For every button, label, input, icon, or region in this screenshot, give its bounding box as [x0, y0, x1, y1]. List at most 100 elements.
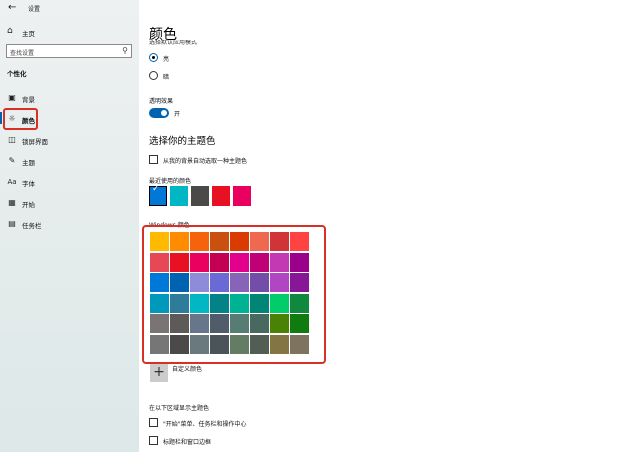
- color-swatch[interactable]: [170, 334, 189, 354]
- search-placeholder: 查找设置: [10, 50, 35, 57]
- color-swatch[interactable]: [210, 273, 229, 292]
- color-swatch[interactable]: [190, 314, 209, 333]
- checkbox-box[interactable]: [149, 155, 158, 164]
- color-swatch[interactable]: [170, 232, 189, 251]
- recent-color-swatch[interactable]: [233, 186, 251, 206]
- sidebar-item-label: 字体: [22, 180, 35, 188]
- color-swatch[interactable]: [190, 334, 209, 354]
- color-swatch[interactable]: [230, 252, 249, 272]
- lock-screen-icon: ◫: [8, 135, 16, 144]
- color-swatch[interactable]: [290, 273, 309, 292]
- windows-color-palette: [150, 232, 310, 354]
- sidebar-item-colors[interactable]: ☼ 颜色: [0, 111, 139, 127]
- color-swatch[interactable]: [270, 293, 289, 313]
- color-swatch[interactable]: [230, 232, 249, 251]
- color-swatch[interactable]: [170, 293, 189, 313]
- color-swatch[interactable]: [210, 293, 229, 313]
- color-swatch[interactable]: [270, 314, 289, 333]
- show-accent-title: 在以下区域显示主题色: [149, 405, 210, 412]
- color-swatch[interactable]: [290, 232, 309, 251]
- theme-color-title: 选择你的主题色: [149, 136, 216, 147]
- color-swatch[interactable]: [150, 314, 169, 333]
- home-icon: ⌂: [7, 26, 13, 36]
- color-swatch[interactable]: [210, 334, 229, 354]
- color-swatch[interactable]: [150, 293, 169, 313]
- sidebar-item-fonts[interactable]: Aa 字体: [0, 174, 139, 190]
- recent-color-swatch[interactable]: ✓: [149, 184, 167, 206]
- color-swatch[interactable]: [230, 293, 249, 313]
- sidebar-item-label: 颜色: [22, 117, 35, 125]
- color-swatch[interactable]: [270, 334, 289, 354]
- accent-title-bars-checkbox[interactable]: 标题栏和窗口边框: [149, 436, 449, 448]
- radio-circle[interactable]: [149, 53, 158, 62]
- back-arrow-icon[interactable]: ←: [8, 2, 16, 13]
- color-swatch[interactable]: [190, 232, 209, 251]
- accent-start-taskbar-checkbox[interactable]: "开始"菜单、任务栏和操作中心: [149, 418, 449, 430]
- color-swatch[interactable]: [230, 334, 249, 354]
- custom-color-label: 自定义颜色: [172, 366, 203, 373]
- color-swatch[interactable]: [250, 252, 269, 272]
- color-swatch[interactable]: [250, 314, 269, 333]
- custom-color-button[interactable]: +: [150, 364, 168, 382]
- color-swatch[interactable]: [150, 232, 169, 251]
- color-swatch[interactable]: [230, 273, 249, 292]
- font-icon: Aa: [7, 178, 17, 186]
- color-swatch[interactable]: [250, 232, 269, 251]
- sidebar-item-lock-screen[interactable]: ◫ 锁屏界面: [0, 132, 139, 148]
- sidebar-item-label: 主题: [22, 159, 35, 167]
- color-swatch[interactable]: [290, 252, 309, 272]
- radio-label: 暗: [163, 74, 170, 81]
- color-swatch[interactable]: [150, 252, 169, 272]
- color-swatch[interactable]: [270, 252, 289, 272]
- checkbox-box[interactable]: [149, 436, 158, 445]
- sidebar-item-home[interactable]: ⌂ 主页: [0, 24, 139, 40]
- toggle-state-label: 开: [174, 111, 181, 118]
- color-swatch[interactable]: [170, 273, 189, 292]
- title-bar: ← 设置: [0, 0, 139, 16]
- color-swatch[interactable]: [210, 232, 229, 251]
- recent-color-swatch[interactable]: [191, 186, 209, 206]
- color-swatch[interactable]: [170, 314, 189, 333]
- taskbar-icon: ▤: [8, 219, 16, 228]
- radio-circle[interactable]: [149, 71, 158, 80]
- transparency-toggle[interactable]: [149, 108, 169, 118]
- checkbox-box[interactable]: [149, 418, 158, 427]
- start-icon: ▦: [8, 198, 16, 207]
- color-swatch[interactable]: [250, 293, 269, 313]
- app-mode-label: 选择默认应用模式: [149, 40, 198, 45]
- sidebar-item-label: 锁屏界面: [22, 138, 48, 146]
- radio-dark-mode[interactable]: 暗: [149, 71, 269, 83]
- recent-color-swatch[interactable]: [170, 186, 188, 206]
- color-swatch[interactable]: [290, 293, 309, 313]
- search-icon[interactable]: ⚲: [122, 46, 128, 55]
- color-swatch[interactable]: [190, 293, 209, 313]
- sidebar-item-taskbar[interactable]: ▤ 任务栏: [0, 216, 139, 232]
- sidebar-item-themes[interactable]: ✎ 主题: [0, 153, 139, 169]
- color-swatch[interactable]: [190, 252, 209, 272]
- search-input[interactable]: 查找设置 ⚲: [6, 44, 132, 58]
- color-swatch[interactable]: [150, 334, 169, 354]
- color-swatch[interactable]: [210, 314, 229, 333]
- auto-accent-checkbox[interactable]: 从我的背景自动选取一种主题色: [149, 155, 449, 167]
- color-swatch[interactable]: [250, 273, 269, 292]
- checkbox-label: 标题栏和窗口边框: [163, 439, 212, 446]
- color-swatch[interactable]: [290, 334, 309, 354]
- sidebar-item-label: 开始: [22, 201, 35, 209]
- sidebar-item-start[interactable]: ▦ 开始: [0, 195, 139, 211]
- color-swatch[interactable]: [150, 273, 169, 292]
- checkbox-label: "开始"菜单、任务栏和操作中心: [163, 421, 247, 428]
- sidebar-item-background[interactable]: ▣ 背景: [0, 90, 139, 106]
- app-title: 设置: [28, 6, 41, 13]
- sidebar-item-label: 任务栏: [22, 222, 42, 230]
- color-swatch[interactable]: [290, 314, 309, 333]
- theme-icon: ✎: [8, 156, 16, 165]
- color-swatch[interactable]: [230, 314, 249, 333]
- color-swatch[interactable]: [270, 232, 289, 251]
- radio-light-mode[interactable]: 亮: [149, 53, 269, 65]
- color-swatch[interactable]: [170, 252, 189, 272]
- color-swatch[interactable]: [210, 252, 229, 272]
- recent-color-swatch[interactable]: [212, 186, 230, 206]
- color-swatch[interactable]: [250, 334, 269, 354]
- color-swatch[interactable]: [190, 273, 209, 292]
- color-swatch[interactable]: [270, 273, 289, 292]
